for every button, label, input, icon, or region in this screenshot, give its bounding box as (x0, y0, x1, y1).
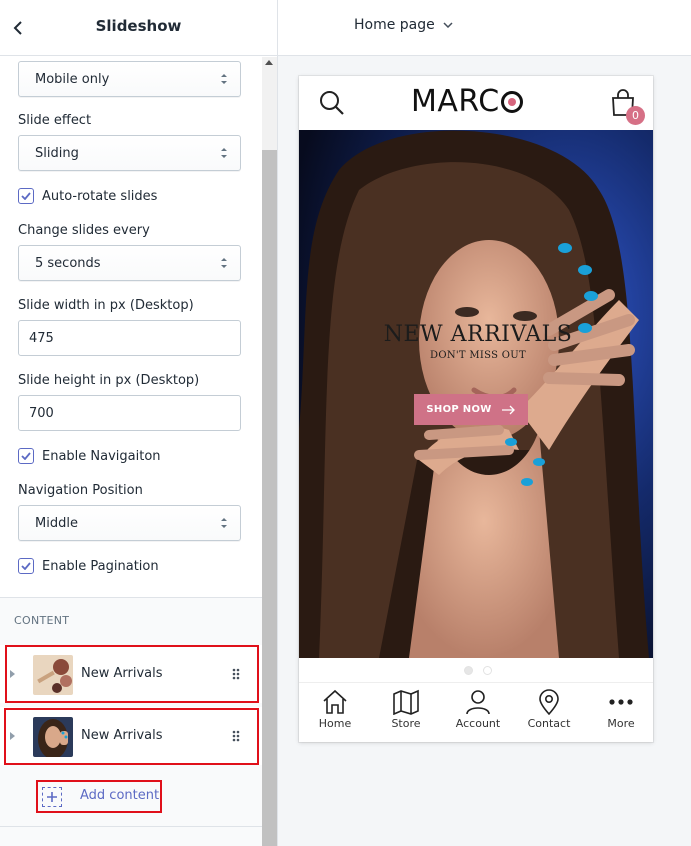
hero-subtitle: DON'T MISS OUT (430, 350, 526, 361)
content-heading: CONTENT (14, 614, 70, 627)
store-logo[interactable]: MARC (411, 84, 523, 119)
panel-title: Slideshow (95, 17, 182, 35)
map-icon (393, 689, 419, 715)
nav-more-label: More (607, 717, 635, 730)
select-arrows-icon (221, 518, 227, 528)
logo-text: MARC (411, 84, 500, 119)
hero-title: NEW ARRIVALS (383, 322, 573, 347)
enable-pagination-label: Enable Pagination (42, 558, 159, 574)
nav-position-value: Middle (35, 515, 78, 531)
nav-home[interactable]: Home (305, 689, 365, 730)
slide-height-label: Slide height in px (Desktop) (18, 373, 200, 388)
slide-width-value: 475 (29, 330, 54, 346)
slide-height-value: 700 (29, 405, 54, 421)
slide-effect-label: Slide effect (18, 113, 92, 128)
nav-home-label: Home (318, 717, 352, 730)
nav-position-label: Navigation Position (18, 483, 143, 498)
slide-pagination (299, 658, 653, 682)
select-arrows-icon (221, 148, 227, 158)
pagination-dot-2[interactable] (483, 665, 492, 675)
slide-width-label: Slide width in px (Desktop) (18, 298, 194, 313)
checkmark-icon (21, 192, 31, 200)
slide-effect-value: Sliding (35, 145, 79, 161)
preview-area: Home page MARC 0 NEW ARRIVALS DON'T MISS… (278, 0, 691, 846)
more-dots-icon (609, 699, 633, 705)
search-icon[interactable] (319, 90, 345, 116)
page-selector[interactable]: Home page (354, 17, 453, 33)
checkbox-box[interactable] (18, 558, 34, 574)
checkbox-box[interactable] (18, 188, 34, 204)
divider (0, 597, 262, 598)
preview-top-bar: Home page (278, 0, 691, 56)
home-icon (323, 689, 347, 714)
change-every-label: Change slides every (18, 223, 150, 238)
nav-account-label: Account (455, 717, 501, 730)
enable-pagination-checkbox[interactable]: Enable Pagination (18, 558, 159, 574)
enable-navigation-checkbox[interactable]: Enable Navigaiton (18, 448, 161, 464)
mobile-preview-frame: MARC 0 NEW ARRIVALS DON'T MISS OUT SHOP … (299, 76, 653, 742)
checkmark-icon (21, 452, 31, 460)
highlight-box (4, 708, 259, 765)
pagination-dot-1[interactable] (464, 665, 473, 675)
scroll-up-arrow-icon[interactable] (265, 60, 273, 65)
nav-contact-label: Contact (527, 717, 571, 730)
auto-rotate-checkbox[interactable]: Auto-rotate slides (18, 188, 157, 204)
panel-scroll-thumb[interactable] (262, 150, 277, 846)
change-every-value: 5 seconds (35, 255, 101, 271)
hero-slide[interactable]: NEW ARRIVALS DON'T MISS OUT SHOP NOW (299, 130, 653, 658)
arrow-right-icon (501, 405, 515, 414)
settings-panel: Slideshow Mobile only Slide effect Slidi… (0, 0, 278, 846)
panel-header: Slideshow (0, 0, 277, 56)
nav-more[interactable]: More (591, 689, 651, 730)
nav-store[interactable]: Store (376, 689, 436, 730)
page-selector-label: Home page (354, 17, 435, 33)
highlight-box (5, 645, 259, 703)
nav-position-select[interactable]: Middle (18, 505, 241, 541)
slide-height-input[interactable]: 700 (18, 395, 241, 431)
logo-o-dot-icon (500, 90, 523, 113)
auto-rotate-label: Auto-rotate slides (42, 188, 158, 204)
select-arrows-icon (221, 74, 227, 84)
checkbox-box[interactable] (18, 448, 34, 464)
user-icon (466, 690, 490, 715)
checkmark-icon (21, 562, 31, 570)
select-arrows-icon (221, 258, 227, 268)
location-pin-icon (539, 689, 559, 715)
enable-navigation-label: Enable Navigaiton (42, 448, 161, 464)
nav-account[interactable]: Account (448, 689, 508, 730)
slide-effect-select[interactable]: Sliding (18, 135, 241, 171)
shop-now-button[interactable]: SHOP NOW (414, 394, 528, 425)
divider (0, 826, 262, 827)
show-on-select[interactable]: Mobile only (18, 61, 241, 97)
change-every-select[interactable]: 5 seconds (18, 245, 241, 281)
slide-width-input[interactable]: 475 (18, 320, 241, 356)
shop-now-label: SHOP NOW (426, 404, 492, 415)
nav-contact[interactable]: Contact (519, 689, 579, 730)
cart-count-badge: 0 (626, 106, 645, 125)
chevron-down-icon (443, 22, 453, 28)
highlight-box (36, 780, 162, 813)
bottom-nav: Home Store Account Contact More (299, 682, 653, 742)
show-on-value: Mobile only (35, 71, 110, 87)
store-header: MARC 0 (299, 76, 653, 130)
nav-store-label: Store (391, 717, 421, 730)
